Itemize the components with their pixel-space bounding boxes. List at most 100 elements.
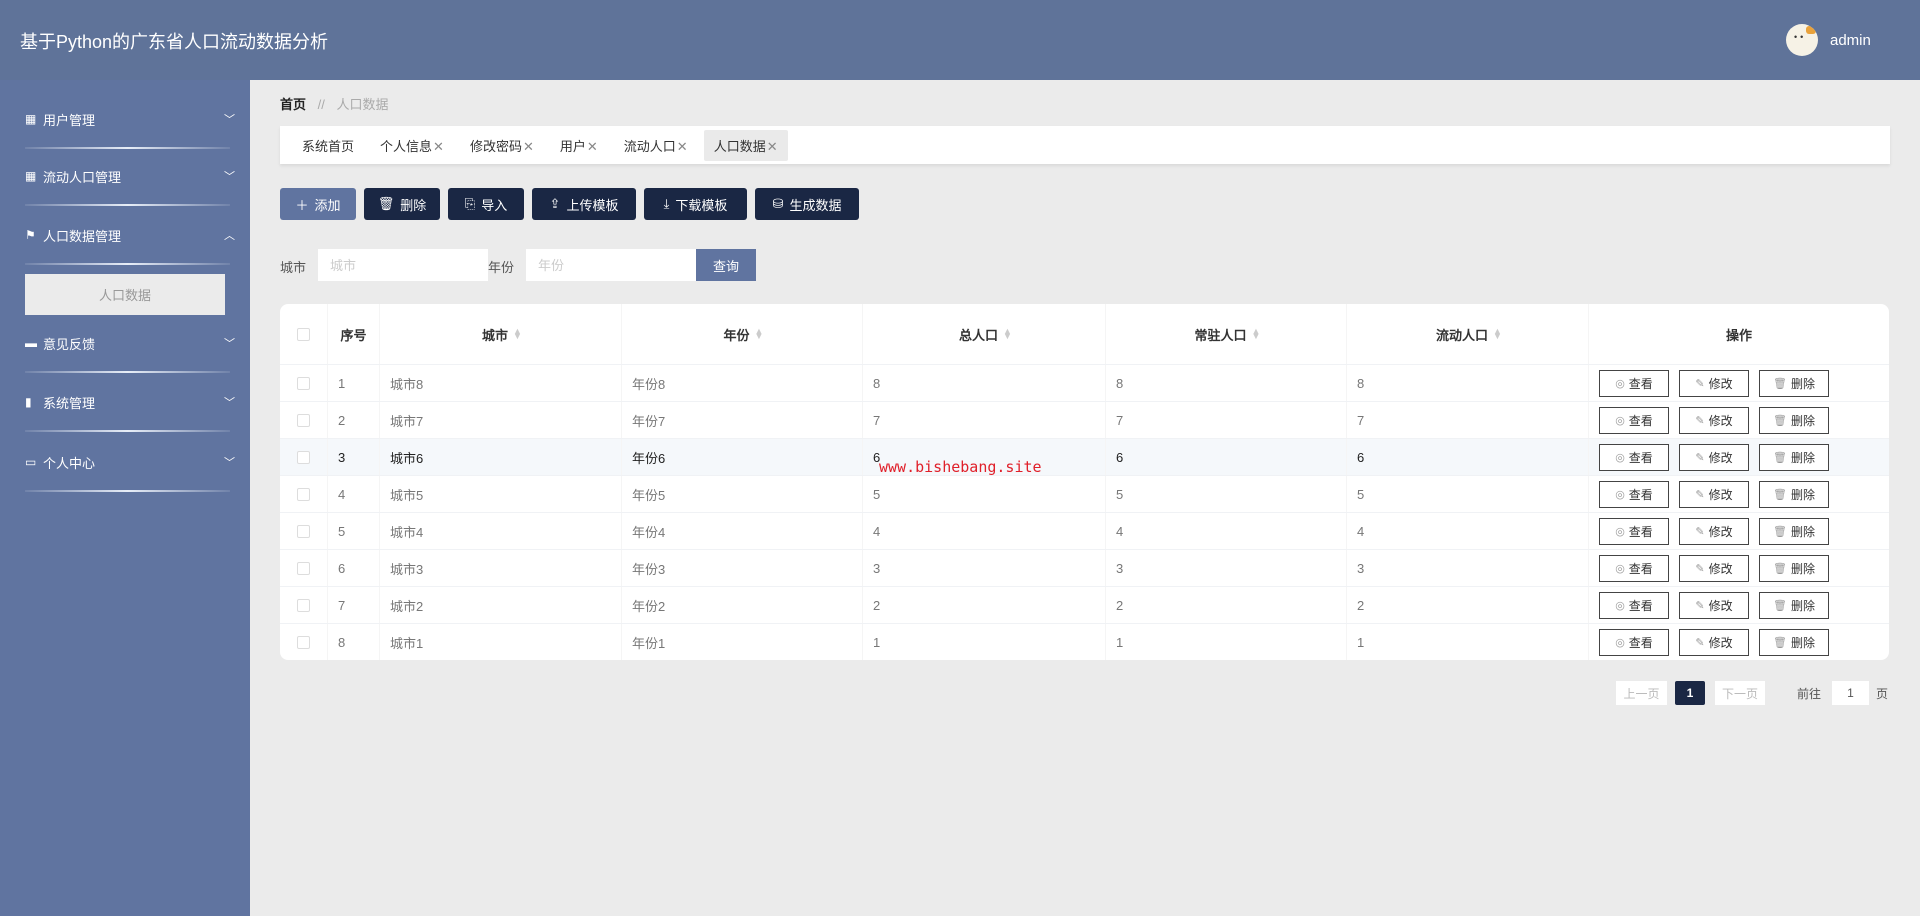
year-input[interactable]	[526, 249, 696, 281]
sidebar-item-2[interactable]: ⚑ 人口数据管理 ︿	[25, 223, 235, 247]
edit-button[interactable]: ✎ 修改	[1679, 591, 1749, 619]
prev-page-button[interactable]: 上一页	[1616, 681, 1667, 705]
select-all-cell	[280, 304, 328, 364]
goto-page-input[interactable]: 1	[1832, 681, 1869, 705]
username[interactable]: admin	[1830, 32, 1871, 49]
download-icon: ⤓	[663, 196, 670, 211]
view-button[interactable]: ◎ 查看	[1599, 554, 1669, 582]
import-button[interactable]: ⎘ 导入	[448, 188, 524, 220]
edit-button[interactable]: ✎ 修改	[1679, 554, 1749, 582]
sort-icon[interactable]: ▲ ▼	[513, 327, 522, 341]
column-header-label: 总人口	[958, 327, 998, 343]
add-label: 添加	[314, 197, 341, 213]
table-cell: 2	[1106, 587, 1347, 623]
delete-label: 删除	[1790, 561, 1815, 576]
bar-chart-icon: ▮	[25, 395, 32, 409]
delete-button[interactable]: 🗑︎ 删除	[1759, 369, 1829, 397]
tab-4[interactable]: 流动人口✕	[614, 130, 698, 161]
generate-data-button[interactable]: ⛁ 生成数据	[755, 188, 859, 220]
row-checkbox[interactable]	[297, 413, 310, 427]
view-button[interactable]: ◎ 查看	[1599, 591, 1669, 619]
eye-icon: ◎	[1615, 488, 1625, 501]
row-checkbox[interactable]	[297, 376, 310, 390]
trash-icon: 🗑︎	[1773, 451, 1787, 464]
table-cell: 5	[1347, 476, 1589, 512]
edit-button[interactable]: ✎ 修改	[1679, 517, 1749, 545]
download-template-button[interactable]: ⤓ 下载模板	[644, 188, 747, 220]
tab-3[interactable]: 用户✕	[550, 130, 608, 161]
user-menu[interactable]: admin	[1786, 24, 1871, 56]
select-all-checkbox[interactable]	[297, 327, 310, 341]
breadcrumb-home[interactable]: 首页	[280, 97, 306, 112]
batch-delete-button[interactable]: 🗑︎ 删除	[364, 188, 440, 220]
app-title: 基于Python的广东省人口流动数据分析	[20, 32, 329, 52]
delete-button[interactable]: 🗑︎ 删除	[1759, 517, 1829, 545]
delete-button[interactable]: 🗑︎ 删除	[1759, 554, 1829, 582]
column-header[interactable]: 城市 ▲ ▼	[380, 304, 622, 364]
sidebar-item-4[interactable]: ▮ 系统管理 ﹀	[25, 390, 235, 414]
delete-label: 删除	[400, 197, 427, 213]
page-1-button[interactable]: 1	[1675, 681, 1705, 705]
edit-button[interactable]: ✎ 修改	[1679, 369, 1749, 397]
delete-button[interactable]: 🗑︎ 删除	[1759, 591, 1829, 619]
view-button[interactable]: ◎ 查看	[1599, 406, 1669, 434]
sidebar-item-1[interactable]: ▦ 流动人口管理 ﹀	[25, 164, 235, 188]
view-label: 查看	[1628, 487, 1653, 502]
tab-2[interactable]: 修改密码✕	[460, 130, 544, 161]
actions-cell: ◎ 查看 ✎ 修改 🗑︎ 删除	[1589, 587, 1889, 623]
eye-icon: ◎	[1615, 636, 1625, 649]
column-header[interactable]: 年份 ▲ ▼	[622, 304, 863, 364]
close-icon[interactable]: ✕	[767, 139, 778, 154]
edit-button[interactable]: ✎ 修改	[1679, 480, 1749, 508]
edit-button[interactable]: ✎ 修改	[1679, 443, 1749, 471]
sort-icon[interactable]: ▲ ▼	[1493, 327, 1502, 341]
city-input[interactable]	[318, 249, 488, 281]
table-cell: 1	[1347, 624, 1589, 660]
column-header[interactable]: 流动人口 ▲ ▼	[1347, 304, 1589, 364]
tab-1[interactable]: 个人信息✕	[370, 130, 454, 161]
edit-button[interactable]: ✎ 修改	[1679, 406, 1749, 434]
view-label: 查看	[1628, 561, 1653, 576]
close-icon[interactable]: ✕	[523, 139, 534, 154]
sidebar-subitem-population-data[interactable]: 人口数据	[25, 274, 225, 315]
sort-icon[interactable]: ▲ ▼	[1252, 327, 1261, 341]
view-button[interactable]: ◎ 查看	[1599, 443, 1669, 471]
tab-5[interactable]: 人口数据✕	[703, 129, 788, 161]
row-checkbox[interactable]	[297, 635, 310, 649]
view-button[interactable]: ◎ 查看	[1599, 628, 1669, 656]
column-header[interactable]: 总人口 ▲ ▼	[863, 304, 1106, 364]
close-icon[interactable]: ✕	[433, 139, 444, 154]
delete-button[interactable]: 🗑︎ 删除	[1759, 480, 1829, 508]
column-header[interactable]: 常驻人口 ▲ ▼	[1106, 304, 1347, 364]
table-cell: 3	[863, 550, 1106, 586]
row-select-cell	[280, 513, 328, 549]
delete-button[interactable]: 🗑︎ 删除	[1759, 443, 1829, 471]
add-button[interactable]: ＋ 添加	[280, 188, 356, 220]
close-icon[interactable]: ✕	[677, 139, 688, 154]
sort-icon[interactable]: ▲ ▼	[1003, 327, 1012, 341]
delete-button[interactable]: 🗑︎ 删除	[1759, 628, 1829, 656]
tab-0[interactable]: 系统首页	[292, 130, 364, 161]
sidebar-item-3[interactable]: ▬ 意见反馈 ﹀	[25, 331, 235, 355]
view-button[interactable]: ◎ 查看	[1599, 369, 1669, 397]
edit-button[interactable]: ✎ 修改	[1679, 628, 1749, 656]
view-button[interactable]: ◎ 查看	[1599, 517, 1669, 545]
close-icon[interactable]: ✕	[587, 139, 598, 154]
sidebar-item-5[interactable]: ▭ 个人中心 ﹀	[25, 450, 235, 474]
eye-icon: ◎	[1615, 562, 1625, 575]
row-checkbox[interactable]	[297, 598, 310, 612]
row-checkbox[interactable]	[297, 487, 310, 501]
query-button[interactable]: 查询	[696, 249, 756, 281]
row-checkbox[interactable]	[297, 450, 310, 464]
delete-label: 删除	[1790, 450, 1815, 465]
next-page-button[interactable]: 下一页	[1715, 681, 1765, 705]
sidebar-item-0[interactable]: ▦ 用户管理 ﹀	[25, 107, 235, 131]
sort-icon[interactable]: ▲ ▼	[755, 327, 764, 341]
table-cell: 城市5	[380, 476, 622, 512]
row-checkbox[interactable]	[297, 561, 310, 575]
avatar[interactable]	[1786, 24, 1818, 56]
view-button[interactable]: ◎ 查看	[1599, 480, 1669, 508]
delete-button[interactable]: 🗑︎ 删除	[1759, 406, 1829, 434]
row-checkbox[interactable]	[297, 524, 310, 538]
upload-template-button[interactable]: ⇪ 上传模板	[532, 188, 636, 220]
